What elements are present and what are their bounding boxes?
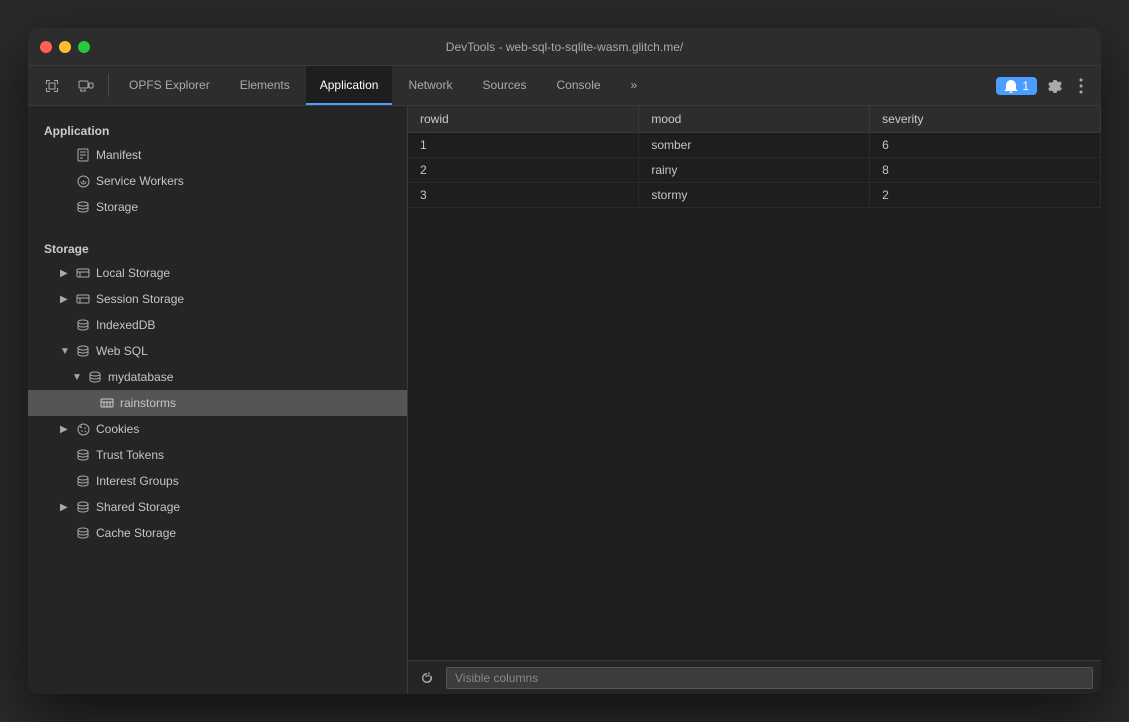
rainstorms-label: rainstorms [120,396,176,410]
cell-mood: somber [639,133,870,158]
session-storage-chevron[interactable] [60,294,70,305]
trust-tokens-icon [76,448,90,462]
close-button[interactable] [40,41,52,53]
tab-elements[interactable]: Elements [226,66,304,105]
table-row[interactable]: 2rainy8 [408,158,1101,183]
sidebar-item-interest-groups[interactable]: Interest Groups [28,468,407,494]
refresh-button[interactable] [416,669,438,687]
websql-label: Web SQL [96,344,148,358]
manifest-label: Manifest [96,148,141,162]
device-toolbar-button[interactable] [70,66,102,105]
table-row[interactable]: 3stormy2 [408,183,1101,208]
sidebar-item-cookies[interactable]: Cookies [28,416,407,442]
cell-severity: 8 [870,158,1101,183]
more-options-button[interactable] [1073,74,1089,98]
service-workers-icon [76,174,90,188]
rainstorms-icon [100,396,114,410]
sidebar-item-websql[interactable]: Web SQL [28,338,407,364]
col-mood[interactable]: mood [639,106,870,133]
cell-rowid: 2 [408,158,639,183]
storage-app-label: Storage [96,200,138,214]
websql-chevron[interactable] [60,346,70,357]
tab-console[interactable]: Console [543,66,615,105]
interest-groups-icon [76,474,90,488]
inspect-element-button[interactable] [36,66,68,105]
mydatabase-label: mydatabase [108,370,173,384]
sidebar-item-trust-tokens[interactable]: Trust Tokens [28,442,407,468]
session-storage-icon [76,292,90,306]
table-row[interactable]: 1somber6 [408,133,1101,158]
main-content: Application Manifest [28,106,1101,694]
indexeddb-icon [76,318,90,332]
indexeddb-label: IndexedDB [96,318,155,332]
cell-severity: 6 [870,133,1101,158]
local-storage-chevron[interactable] [60,268,70,279]
title-bar: DevTools - web-sql-to-sqlite-wasm.glitch… [28,28,1101,66]
traffic-lights [40,41,90,53]
sidebar-item-cache-storage[interactable]: Cache Storage [28,520,407,546]
sidebar-item-storage-app[interactable]: Storage [28,194,407,220]
settings-button[interactable] [1041,74,1069,98]
storage-app-icon [76,200,90,214]
sidebar-item-local-storage[interactable]: Local Storage [28,260,407,286]
tab-bar: OPFS Explorer Elements Application Netwo… [28,66,1101,106]
mydatabase-icon [88,370,102,384]
col-severity[interactable]: severity [870,106,1101,133]
tab-application[interactable]: Application [306,66,393,105]
cookies-label: Cookies [96,422,139,436]
data-table: rowid mood severity 1somber62rainy83stor… [408,106,1101,660]
trust-tokens-label: Trust Tokens [96,448,164,462]
devtools-window: DevTools - web-sql-to-sqlite-wasm.glitch… [28,28,1101,694]
shared-storage-icon [76,500,90,514]
local-storage-label: Local Storage [96,266,170,280]
sidebar-item-service-workers[interactable]: Service Workers [28,168,407,194]
session-storage-label: Session Storage [96,292,184,306]
interest-groups-label: Interest Groups [96,474,179,488]
notification-badge[interactable]: 1 [996,77,1037,95]
window-title: DevTools - web-sql-to-sqlite-wasm.glitch… [446,40,683,54]
col-rowid[interactable]: rowid [408,106,639,133]
mydatabase-chevron[interactable] [72,372,82,383]
cookies-icon [76,422,90,436]
sidebar-item-mydatabase[interactable]: mydatabase [28,364,407,390]
storage-section-title: Storage [28,236,407,260]
manifest-icon [76,148,90,162]
shared-storage-label: Shared Storage [96,500,180,514]
tab-opfs-explorer[interactable]: OPFS Explorer [115,66,224,105]
bottom-bar [408,660,1101,694]
cache-storage-label: Cache Storage [96,526,176,540]
sidebar-item-indexeddb[interactable]: IndexedDB [28,312,407,338]
cell-severity: 2 [870,183,1101,208]
local-storage-icon [76,266,90,280]
tab-overflow[interactable]: » [617,66,652,105]
cache-storage-icon [76,526,90,540]
minimize-button[interactable] [59,41,71,53]
tab-network[interactable]: Network [394,66,466,105]
shared-storage-chevron[interactable] [60,502,70,513]
tab-right-actions: 1 [992,66,1093,105]
sidebar-item-session-storage[interactable]: Session Storage [28,286,407,312]
sidebar-item-rainstorms[interactable]: rainstorms [28,390,407,416]
sidebar-item-shared-storage[interactable]: Shared Storage [28,494,407,520]
service-workers-label: Service Workers [96,174,184,188]
cell-rowid: 1 [408,133,639,158]
websql-icon [76,344,90,358]
tab-sources[interactable]: Sources [468,66,540,105]
tab-separator [108,74,109,97]
tab-spacer [653,66,990,105]
application-section-title: Application [28,118,407,142]
maximize-button[interactable] [78,41,90,53]
cell-mood: rainy [639,158,870,183]
cookies-chevron[interactable] [60,424,70,435]
cell-rowid: 3 [408,183,639,208]
cell-mood: stormy [639,183,870,208]
visible-columns-input[interactable] [446,667,1093,689]
sidebar: Application Manifest [28,106,408,694]
right-panel: rowid mood severity 1somber62rainy83stor… [408,106,1101,694]
sidebar-item-manifest[interactable]: Manifest [28,142,407,168]
sidebar-divider [28,220,407,236]
